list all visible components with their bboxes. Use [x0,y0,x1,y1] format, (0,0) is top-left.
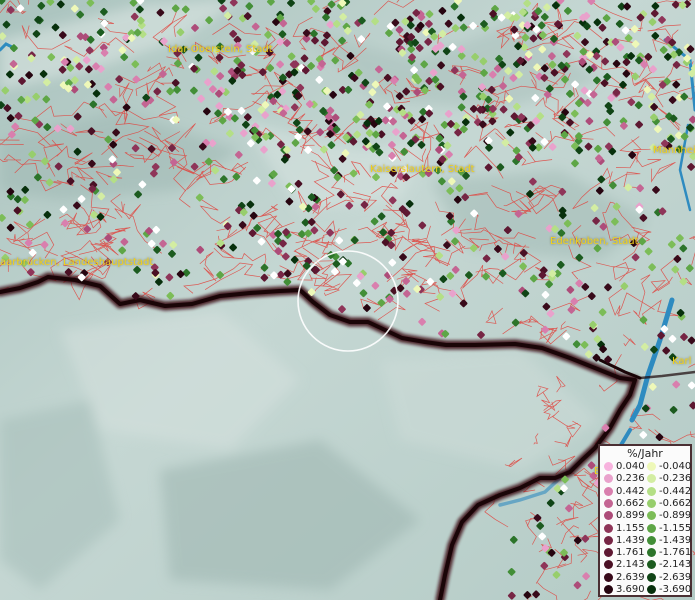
legend-row: 1.761 -1.761 [603,547,693,558]
legend-value: 3.690 [616,584,645,595]
map-canvas[interactable] [0,0,695,600]
city-label-karlsruhe[interactable]: Karl [672,356,691,367]
legend-value: 2.143 [616,559,645,571]
legend-row: 1.439 -1.439 [603,535,693,546]
legend-swatch [647,523,656,533]
legend-swatch [604,486,613,496]
legend-swatch [604,572,613,582]
legend-row: 0.899 -0.899 [603,510,693,521]
map-view[interactable]: Idar-Oberstein, Stadt Kaiserslautern, St… [0,0,695,600]
legend-swatch [647,560,656,570]
city-label-mannheim[interactable]: Mannhei [653,145,695,156]
legend-value: -3.690 [659,584,692,595]
city-label-kaiserslautern[interactable]: Kaiserslautern, Stadt [370,164,475,175]
legend-swatch [604,511,613,521]
legend-swatch [647,572,656,582]
legend-row: 2.639 -2.639 [603,572,693,583]
legend-row: 2.143 -2.143 [603,559,693,570]
legend-row: 0.442 -0.442 [603,486,693,497]
legend-row: 0.236 -0.236 [603,473,693,484]
legend-swatch [647,474,656,484]
legend-value: 2.639 [616,571,645,583]
legend-value: -1.439 [659,534,692,546]
legend-value: 1.155 [616,522,645,534]
legend-value: 0.899 [616,510,645,522]
legend-value: 0.442 [616,485,645,497]
legend-swatch [604,523,613,533]
legend-value: 1.761 [616,547,645,559]
legend-row: 0.040 -0.040 [603,461,693,472]
legend-value: -0.040 [659,461,692,472]
city-label-idar-oberstein[interactable]: Idar-Oberstein, Stadt [168,44,273,55]
legend-value: 1.439 [616,534,645,546]
legend-swatch [647,511,656,521]
legend-swatch [604,535,613,545]
legend-value: 0.236 [616,473,645,485]
legend-swatch [604,548,613,558]
legend-swatch [604,474,613,484]
legend-row: 1.155 -1.155 [603,523,693,534]
legend-swatch [604,585,613,594]
legend-swatch [604,498,613,508]
legend-value: 0.040 [616,461,645,472]
city-label-edenkoben[interactable]: Edenkoben, Stadt [550,236,639,247]
legend-row: 0.662 -0.662 [603,498,693,509]
legend-value: -2.639 [659,571,692,583]
legend-title: %/Jahr [627,447,663,460]
legend-swatch [647,585,656,594]
legend-value: -0.899 [659,510,692,522]
legend-swatch [604,560,613,570]
legend-swatch [647,498,656,508]
city-label-saarbruecken[interactable]: aarbrücken, Landeshauptstadt [0,257,153,268]
legend-swatch [647,535,656,545]
legend-value: -0.442 [659,485,692,497]
legend-value: 0.662 [616,497,645,509]
legend-value: -1.155 [659,522,692,534]
legend-swatch [647,486,656,496]
legend-swatch [647,548,656,558]
legend-value: -2.143 [659,559,692,571]
legend-row: 3.690 -3.690 [603,584,693,595]
legend-swatch [604,462,613,471]
legend-value: -1.761 [659,547,692,559]
legend-swatch [647,462,656,471]
legend-value: -0.662 [659,497,692,509]
legend-value: -0.236 [659,473,692,485]
legend: %/Jahr 0.040 -0.040 0.236 -0.236 0.442 -0.442… [598,444,692,597]
